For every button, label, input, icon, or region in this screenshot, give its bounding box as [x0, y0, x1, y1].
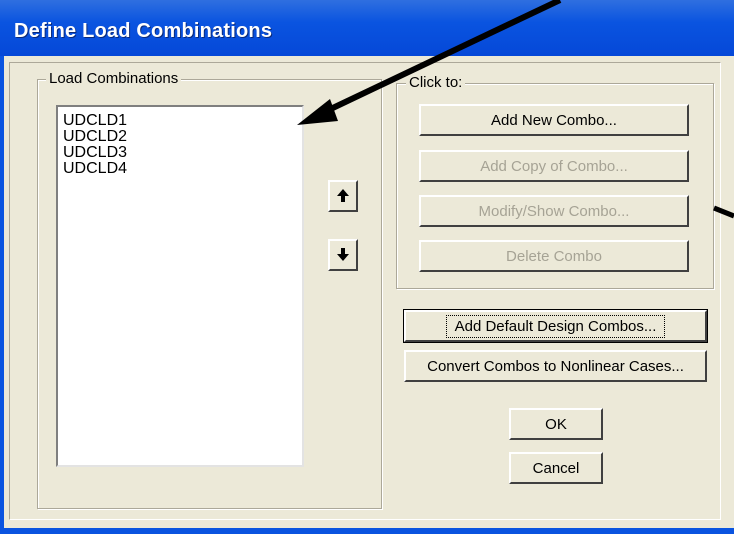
- modify-show-combo-button[interactable]: Modify/Show Combo...: [419, 195, 689, 227]
- add-default-design-combos-button[interactable]: Add Default Design Combos...: [403, 309, 708, 343]
- add-copy-of-combo-label: Add Copy of Combo...: [480, 157, 628, 175]
- add-new-combo-label: Add New Combo...: [491, 111, 617, 129]
- move-up-button[interactable]: [328, 180, 358, 212]
- window-title: Define Load Combinations: [14, 20, 273, 42]
- convert-combos-button[interactable]: Convert Combos to Nonlinear Cases...: [404, 350, 707, 382]
- ok-label: OK: [545, 415, 567, 433]
- list-item[interactable]: UDCLD3: [58, 145, 302, 161]
- ok-button[interactable]: OK: [509, 408, 603, 440]
- arrow-down-icon: [337, 248, 349, 261]
- list-item[interactable]: UDCLD2: [58, 129, 302, 145]
- cancel-button[interactable]: Cancel: [509, 452, 603, 484]
- click-to-label: Click to:: [406, 74, 466, 91]
- cancel-label: Cancel: [532, 459, 580, 477]
- window-border-bottom: [0, 528, 734, 534]
- delete-combo-label: Delete Combo: [506, 247, 602, 265]
- list-item[interactable]: UDCLD4: [58, 161, 302, 177]
- load-combinations-list[interactable]: UDCLD1 UDCLD2 UDCLD3 UDCLD4: [56, 105, 304, 467]
- add-new-combo-button[interactable]: Add New Combo...: [419, 104, 689, 136]
- title-bar[interactable]: Define Load Combinations: [0, 0, 734, 56]
- convert-combos-label: Convert Combos to Nonlinear Cases...: [427, 357, 684, 375]
- move-down-button[interactable]: [328, 239, 358, 271]
- add-default-design-combos-label: Add Default Design Combos...: [445, 314, 666, 338]
- list-item[interactable]: UDCLD1: [58, 113, 302, 129]
- modify-show-combo-label: Modify/Show Combo...: [478, 202, 630, 220]
- delete-combo-button[interactable]: Delete Combo: [419, 240, 689, 272]
- load-combinations-label: Load Combinations: [46, 70, 182, 87]
- add-copy-of-combo-button[interactable]: Add Copy of Combo...: [419, 150, 689, 182]
- arrow-up-icon: [337, 189, 349, 202]
